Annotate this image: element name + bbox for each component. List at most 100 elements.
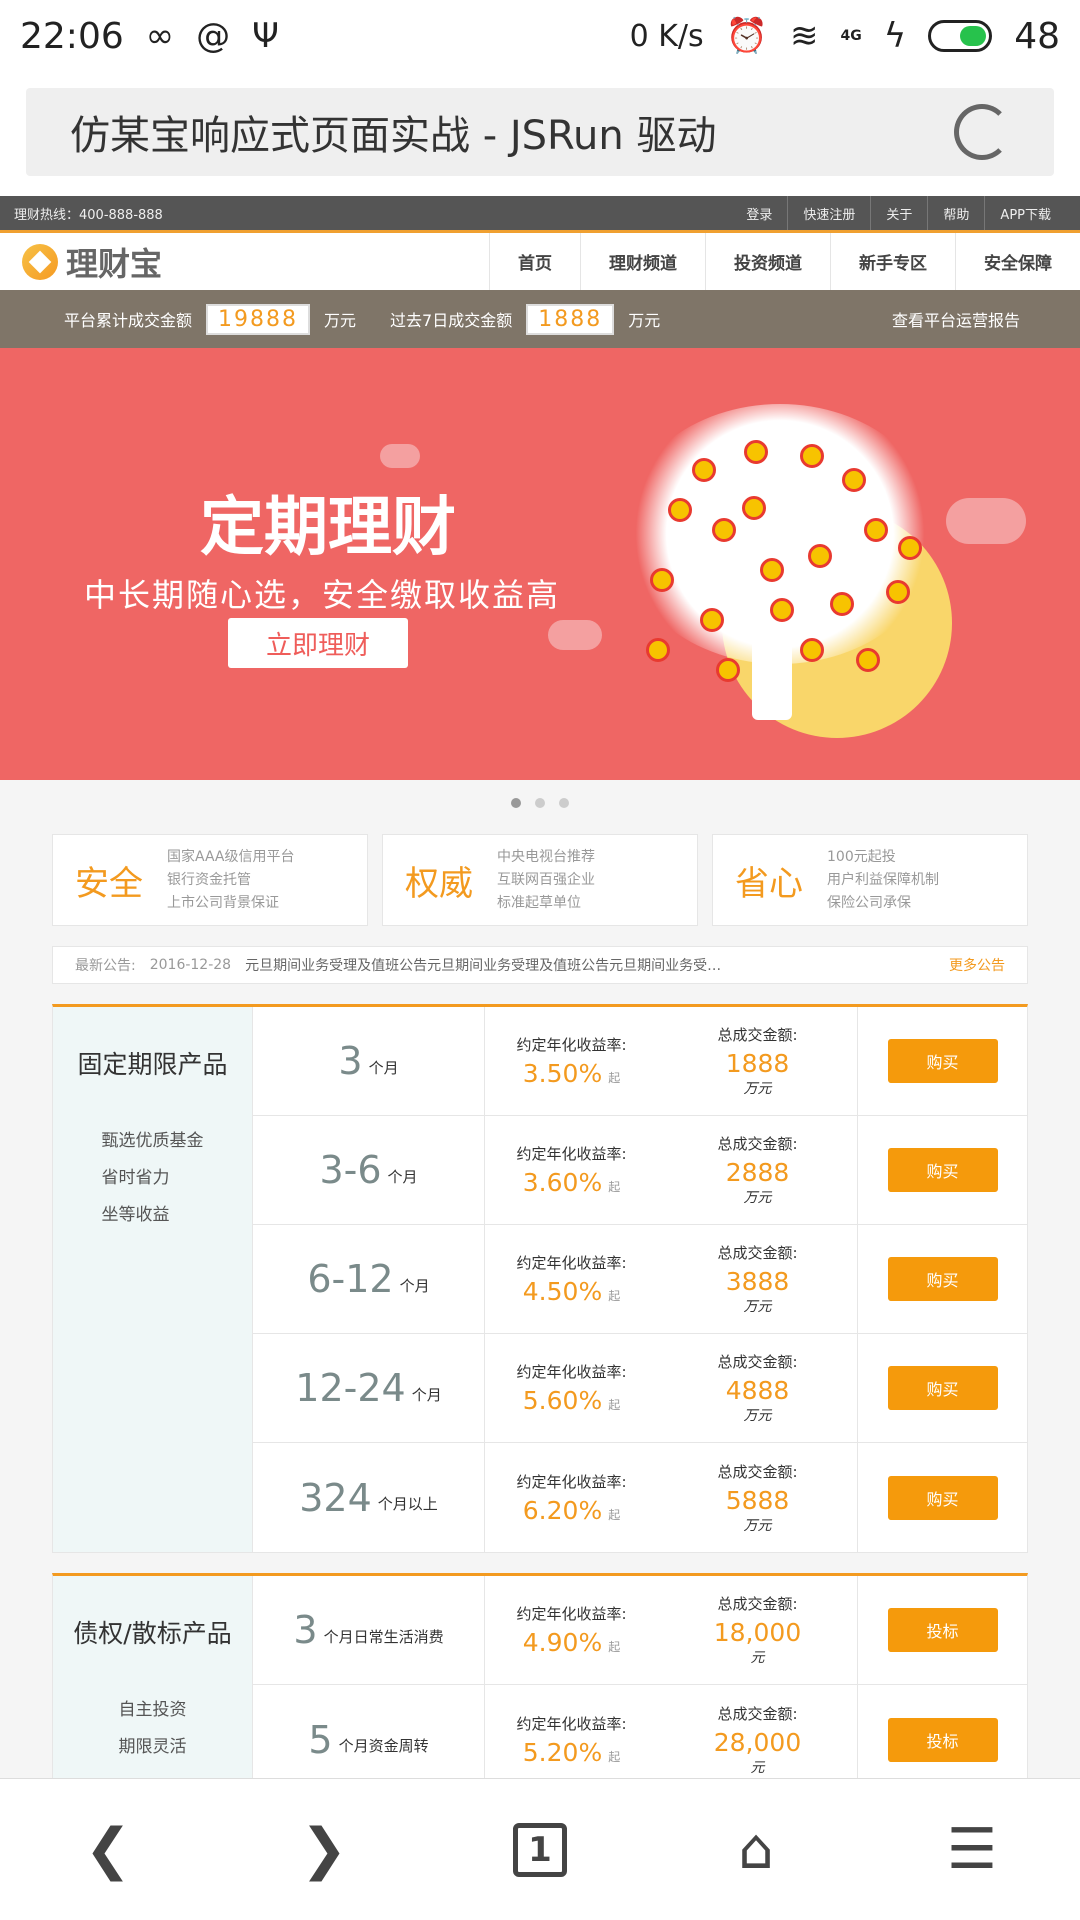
- product-row: 12-24 个月 约定年化收益率: 5.60% 起 总成交金额: 4888 万元 购买: [253, 1334, 1027, 1443]
- rate-value: 6.20%: [522, 1495, 603, 1525]
- amount-value: 1888: [725, 1049, 790, 1078]
- period-value: 5: [308, 1717, 333, 1762]
- coin-decoration: [842, 468, 866, 492]
- product-amount: 总成交金额: 28,000 元: [658, 1685, 858, 1778]
- nav-item[interactable]: 理财频道: [580, 233, 705, 290]
- rate-value-wrap: 5.20% 起: [523, 1738, 620, 1767]
- feature-desc: 国家AAA级信用平台 银行资金托管 上市公司背景保证: [167, 846, 295, 915]
- section-desc-line: 期限灵活: [118, 1737, 187, 1757]
- top-link[interactable]: 帮助: [927, 196, 984, 230]
- rate-label: 约定年化收益率:: [516, 1714, 627, 1733]
- refresh-icon[interactable]: [954, 104, 1010, 160]
- feature-title: 省心: [735, 863, 803, 904]
- nav-item[interactable]: 投资频道: [705, 233, 830, 290]
- buy-button[interactable]: 购买: [887, 1475, 998, 1520]
- product-action: 购买: [858, 1443, 1027, 1552]
- buy-button[interactable]: 购买: [887, 1366, 998, 1410]
- total-label: 平台累计成交金额: [64, 311, 193, 330]
- rate-value: 4.90%: [522, 1628, 603, 1657]
- notice-text[interactable]: 元旦期间业务受理及值班公告元旦期间业务受理及值班公告元旦期间业务受…: [245, 955, 935, 975]
- buy-button[interactable]: 投标: [887, 1608, 998, 1652]
- rate-label: 约定年化收益率:: [516, 1605, 627, 1623]
- status-bar: 22:06 ∞ @ Ψ 0 K/s ⏰ ≋ 4G ϟ 48: [0, 0, 1080, 72]
- product-rate: 约定年化收益率: 4.50% 起: [485, 1225, 658, 1333]
- web-page: 理财热线：400-888-888 登录 快速注册 关于 帮助 APP下载 理财宝 首页理…: [0, 196, 1080, 1778]
- coin-decoration: [744, 440, 768, 464]
- coin-decoration: [712, 518, 736, 542]
- more-notices-link[interactable]: 更多公告: [949, 955, 1005, 975]
- nav-item[interactable]: 新手专区: [830, 233, 955, 290]
- logo[interactable]: 理财宝: [0, 239, 162, 285]
- buy-button[interactable]: 购买: [887, 1257, 998, 1301]
- nav-item[interactable]: 安全保障: [955, 233, 1080, 290]
- banner-subtitle: 中长期随心选，安全缴取收益高: [84, 576, 561, 614]
- rate-suffix: 起: [608, 1749, 621, 1764]
- amount-unit: 万元: [743, 1408, 772, 1424]
- amount-value: 2888: [725, 1158, 790, 1187]
- rate-label: 约定年化收益率:: [516, 1254, 627, 1272]
- coin-decoration: [692, 458, 716, 482]
- product-row: 324 个月以上 约定年化收益率: 6.20% 起 总成交金额: 5888 万元 购买: [253, 1443, 1027, 1552]
- top-link[interactable]: APP下载: [984, 196, 1066, 230]
- fixed-products-intro: 固定期限产品 甄选优质基金 省时省力 坐等收益: [53, 1007, 253, 1552]
- product-rate: 约定年化收益率: 6.20% 起: [485, 1443, 658, 1552]
- rate-label: 约定年化收益率:: [516, 1472, 627, 1491]
- amount-label: 总成交金额:: [717, 1026, 798, 1044]
- top-link[interactable]: 登录: [731, 196, 787, 230]
- hero-banner[interactable]: 定期理财 中长期随心选，安全缴取收益高 立即理财: [0, 348, 1080, 780]
- charging-icon: ϟ: [883, 16, 907, 56]
- buy-button[interactable]: 投标: [887, 1717, 998, 1762]
- period-unit: 个月: [387, 1167, 418, 1186]
- amount-label: 总成交金额:: [717, 1353, 798, 1371]
- cell-signal-icon: 4G: [840, 28, 862, 44]
- forward-icon[interactable]: ❯: [289, 1815, 359, 1885]
- top-link[interactable]: 关于: [870, 196, 927, 230]
- product-period: 5 个月资金周转: [253, 1685, 485, 1778]
- coin-decoration: [650, 568, 674, 592]
- amount-unit: 万元: [743, 1299, 772, 1315]
- period-unit: 个月: [368, 1058, 399, 1077]
- back-icon[interactable]: ❮: [73, 1815, 143, 1885]
- total-value: 19888: [206, 303, 311, 335]
- buy-button[interactable]: 购买: [887, 1148, 998, 1192]
- rate-suffix: 起: [608, 1289, 621, 1303]
- product-action: 购买: [858, 1225, 1027, 1333]
- product-period: 6-12 个月: [253, 1225, 485, 1333]
- rate-value-wrap: 4.50% 起: [523, 1277, 620, 1306]
- notice-bar: 最新公告: 2016-12-28 元旦期间业务受理及值班公告元旦期间业务受理及值…: [52, 946, 1028, 984]
- carousel-dot[interactable]: [535, 798, 545, 808]
- coin-decoration: [898, 536, 922, 560]
- carousel-dot[interactable]: [511, 798, 521, 808]
- invest-now-button[interactable]: 立即理财: [228, 618, 408, 668]
- menu-icon[interactable]: ☰: [937, 1815, 1007, 1885]
- rate-label: 约定年化收益率:: [516, 1145, 627, 1163]
- carousel-dot[interactable]: [559, 798, 569, 808]
- amount-unit: 元: [750, 1650, 765, 1666]
- product-amount: 总成交金额: 3888 万元: [658, 1225, 858, 1333]
- buy-button[interactable]: 购买: [887, 1039, 998, 1083]
- stats-bar: 平台累计成交金额 19888 万元 过去7日成交金额 1888 万元 查看平台运…: [0, 290, 1080, 348]
- top-links: 登录 快速注册 关于 帮助 APP下载: [731, 196, 1066, 230]
- nav-item[interactable]: 首页: [489, 233, 580, 290]
- report-link[interactable]: 查看平台运营报告: [892, 307, 1020, 331]
- coin-decoration: [886, 580, 910, 604]
- rate-value: 5.60%: [522, 1386, 603, 1415]
- period-value: 3-6: [319, 1148, 382, 1192]
- network-speed: 0 K/s: [629, 18, 704, 54]
- rate-label: 约定年化收益率:: [516, 1363, 627, 1381]
- product-amount: 总成交金额: 2888 万元: [658, 1116, 858, 1224]
- period-value: 3: [338, 1039, 363, 1083]
- rate-value: 3.50%: [522, 1059, 603, 1088]
- top-link[interactable]: 快速注册: [787, 196, 870, 230]
- product-action: 投标: [858, 1576, 1027, 1684]
- period-value: 6-12: [307, 1257, 394, 1301]
- product-action: 购买: [858, 1007, 1027, 1115]
- amount-label: 总成交金额:: [717, 1135, 798, 1153]
- feature-line: 中央电视台推荐: [497, 848, 595, 865]
- product-rate: 约定年化收益率: 5.60% 起: [485, 1334, 658, 1442]
- address-bar[interactable]: 仿某宝响应式页面实战 - JSRun 驱动: [26, 88, 1054, 176]
- home-icon[interactable]: ⌂: [721, 1815, 791, 1885]
- amount-label: 总成交金额:: [717, 1704, 798, 1723]
- section-desc-line: 省时省力: [101, 1168, 170, 1188]
- tabs-icon[interactable]: 1: [505, 1815, 575, 1885]
